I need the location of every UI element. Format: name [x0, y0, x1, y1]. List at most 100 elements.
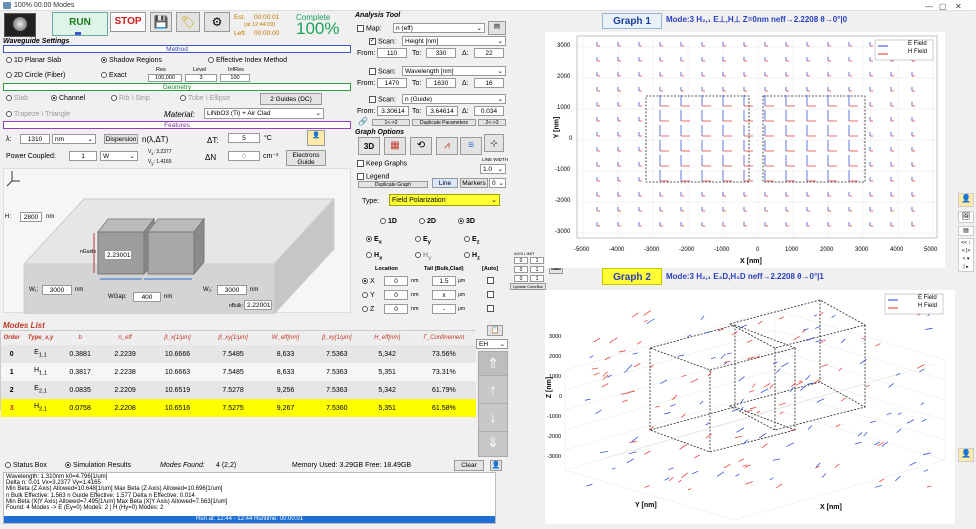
export-icon[interactable]: 📋 [487, 325, 503, 336]
shadow-regions-option[interactable]: Shadow Regions [101, 57, 162, 64]
axis-limit-input[interactable]: 1 [530, 257, 544, 264]
rotate-icon[interactable]: ⟲ [410, 137, 432, 155]
circle-fiber-option[interactable]: 2D Circle (Fiber) [6, 72, 65, 79]
level-input[interactable]: 3 [185, 74, 217, 82]
w2-input[interactable]: 3000 [217, 285, 247, 295]
hx-option[interactable]: Hx [366, 252, 382, 261]
hy-option[interactable]: Hy [415, 252, 431, 261]
table-row[interactable]: 0 E1,1 0.3881 2.2239 10.6666 7.5485 8,63… [1, 345, 476, 363]
swap-2-3-button[interactable]: 2<->3 [478, 119, 506, 126]
y-auto-checkbox[interactable] [487, 291, 496, 298]
table-row-selected[interactable]: 3 H2,1 0.0758 2.2208 10.6516 7.5275 9,26… [1, 399, 476, 417]
z-auto-checkbox[interactable] [487, 305, 496, 312]
simulation-results-tab[interactable]: Simulation Results [65, 462, 131, 469]
wavelength-unit-select[interactable]: nm ⌄ [52, 134, 96, 144]
ex-option[interactable]: Ex [366, 236, 382, 245]
pan-controls[interactable]: << ↕ < |> < ▾ | ▸ [958, 238, 974, 272]
map-checkbox[interactable]: Map: [357, 25, 382, 32]
rib-strip-option[interactable]: Rib \ Strip [111, 95, 150, 102]
tag-icon[interactable]: 🏷 [176, 12, 200, 32]
exact-option[interactable]: Exact [101, 72, 127, 79]
infres-input[interactable]: 100 [220, 74, 250, 82]
planar-slab-option[interactable]: 1D Planar Slab [6, 57, 61, 64]
to3-input[interactable]: 3.64614 [426, 106, 458, 116]
graph2-title[interactable]: Graph 2 [602, 268, 662, 285]
d1-input[interactable]: 22 [474, 48, 504, 58]
z-location-input[interactable]: 0 [384, 304, 408, 314]
graph1-plot[interactable]: E Field H Field Y [nm] X [nm] 3000 2000 … [545, 32, 945, 268]
settings-gear-icon[interactable]: ⚙ [204, 12, 230, 32]
dim-1d-option[interactable]: 1D [380, 218, 397, 225]
scan1-checkbox[interactable]: ✓ Scan: [369, 38, 396, 45]
plot-type-select[interactable]: Field Polarization ⌄ [389, 194, 500, 206]
y-tail-input[interactable]: x [432, 290, 456, 300]
scan2-select[interactable]: Wavelength [nm] ⌄ [402, 66, 506, 76]
chart-list-icon[interactable]: ▤ [958, 226, 974, 236]
user-icon[interactable]: 👤 [958, 193, 974, 207]
eh-select[interactable]: EH ⌄ [476, 339, 508, 349]
to2-input[interactable]: 1630 [426, 78, 456, 88]
duplicate-parameters-button[interactable]: Duplicate Parameters [412, 119, 476, 126]
view-3d-button[interactable]: 3D [358, 137, 380, 155]
w1-input[interactable]: 3000 [42, 285, 72, 295]
graph2-plot[interactable]: E Field H Field Z [nm] Y [nm] X [nm] 300… [545, 290, 955, 524]
close-button[interactable]: ✕ [955, 1, 962, 12]
two-guides-button[interactable]: 2 Guides (DC) [260, 93, 322, 105]
z-tail-input[interactable]: - [432, 304, 456, 314]
from1-input[interactable]: 110 [377, 48, 407, 58]
dim-3d-option[interactable]: 3D [458, 218, 475, 225]
line-button[interactable]: Line [432, 178, 458, 188]
move-top-icon[interactable]: ⇑ [479, 352, 507, 376]
axis-limit-input[interactable]: 1 [530, 275, 544, 282]
x-location-input[interactable]: 0 [384, 276, 408, 286]
image-icon[interactable]: 🖼 [958, 211, 974, 223]
nbulk-input[interactable]: 2.22001 [244, 300, 272, 310]
to1-input[interactable]: 330 [426, 48, 456, 58]
eim-option[interactable]: Effective Index Method [208, 57, 287, 64]
stop-button[interactable]: STOP [110, 12, 146, 32]
move-bottom-icon[interactable]: ⇓ [479, 432, 507, 454]
hz-option[interactable]: Hz [464, 252, 480, 261]
link-icon[interactable]: 🔗 [358, 117, 370, 126]
height-input[interactable]: 2800 [20, 212, 42, 222]
user-icon[interactable]: 👤 [307, 130, 325, 146]
axis-limit-input[interactable]: 1 [530, 266, 544, 273]
scan1-select[interactable]: Height [nm] ⌄ [402, 36, 506, 46]
delta-n-input[interactable]: 0 [228, 151, 260, 161]
delta-t-input[interactable]: 5 [228, 133, 260, 143]
table-row[interactable]: 2 E2,1 0.0835 2.2209 10.6519 7.5278 9,25… [1, 381, 476, 399]
x-tail-input[interactable]: 1.5 [432, 276, 456, 286]
line-width-select[interactable]: 1.0 ⌄ [480, 164, 506, 174]
clear-button[interactable]: Clear [454, 460, 484, 471]
d2-input[interactable]: 16 [474, 78, 504, 88]
y-location-option[interactable]: Y [362, 292, 375, 299]
channel-option[interactable]: Channel [51, 95, 85, 102]
move-down-icon[interactable]: ↓ [479, 404, 507, 432]
power-unit-select[interactable]: W ⌄ [100, 151, 138, 161]
axis-limit-input[interactable]: 0 [514, 257, 528, 264]
swap-1-2-button[interactable]: 1<->2 [372, 119, 410, 126]
ey-option[interactable]: Ey [415, 236, 431, 245]
tube-ellipse-option[interactable]: Tube \ Ellipse [180, 95, 230, 102]
scan2-checkbox[interactable]: Scan: [369, 68, 396, 75]
trapeze-option[interactable]: Trapeze \ Triangle [6, 111, 70, 118]
electrons-guide-button[interactable]: Electrons Guide [286, 150, 326, 166]
user-icon[interactable]: 👤 [958, 448, 974, 462]
map-icon[interactable]: ▤ [488, 21, 506, 35]
dim-2d-option[interactable]: 2D [419, 218, 436, 225]
scan3-select[interactable]: n (Guide) ⌄ [402, 94, 506, 104]
x-auto-checkbox[interactable] [487, 277, 496, 284]
user-icon[interactable]: 👤 [490, 460, 502, 471]
wgap-input[interactable]: 400 [133, 292, 161, 302]
update-colorbar-button[interactable]: Update ColorBar [510, 283, 546, 290]
nguide-input[interactable]: 2.23001 [104, 250, 132, 260]
markers-button[interactable]: Markers [460, 178, 488, 188]
y-location-input[interactable]: 0 [384, 290, 408, 300]
restore-button[interactable]: ▢ [939, 1, 947, 12]
minimize-button[interactable]: — [925, 1, 933, 12]
line-plot-icon[interactable]: ⩘ [436, 137, 458, 155]
colorbar-icon[interactable]: ≡ [460, 137, 482, 155]
res-input[interactable]: 100,000 [148, 74, 182, 82]
keep-graphs-checkbox[interactable]: Keep Graphs [357, 160, 407, 167]
slab-option[interactable]: Slab [6, 95, 28, 102]
